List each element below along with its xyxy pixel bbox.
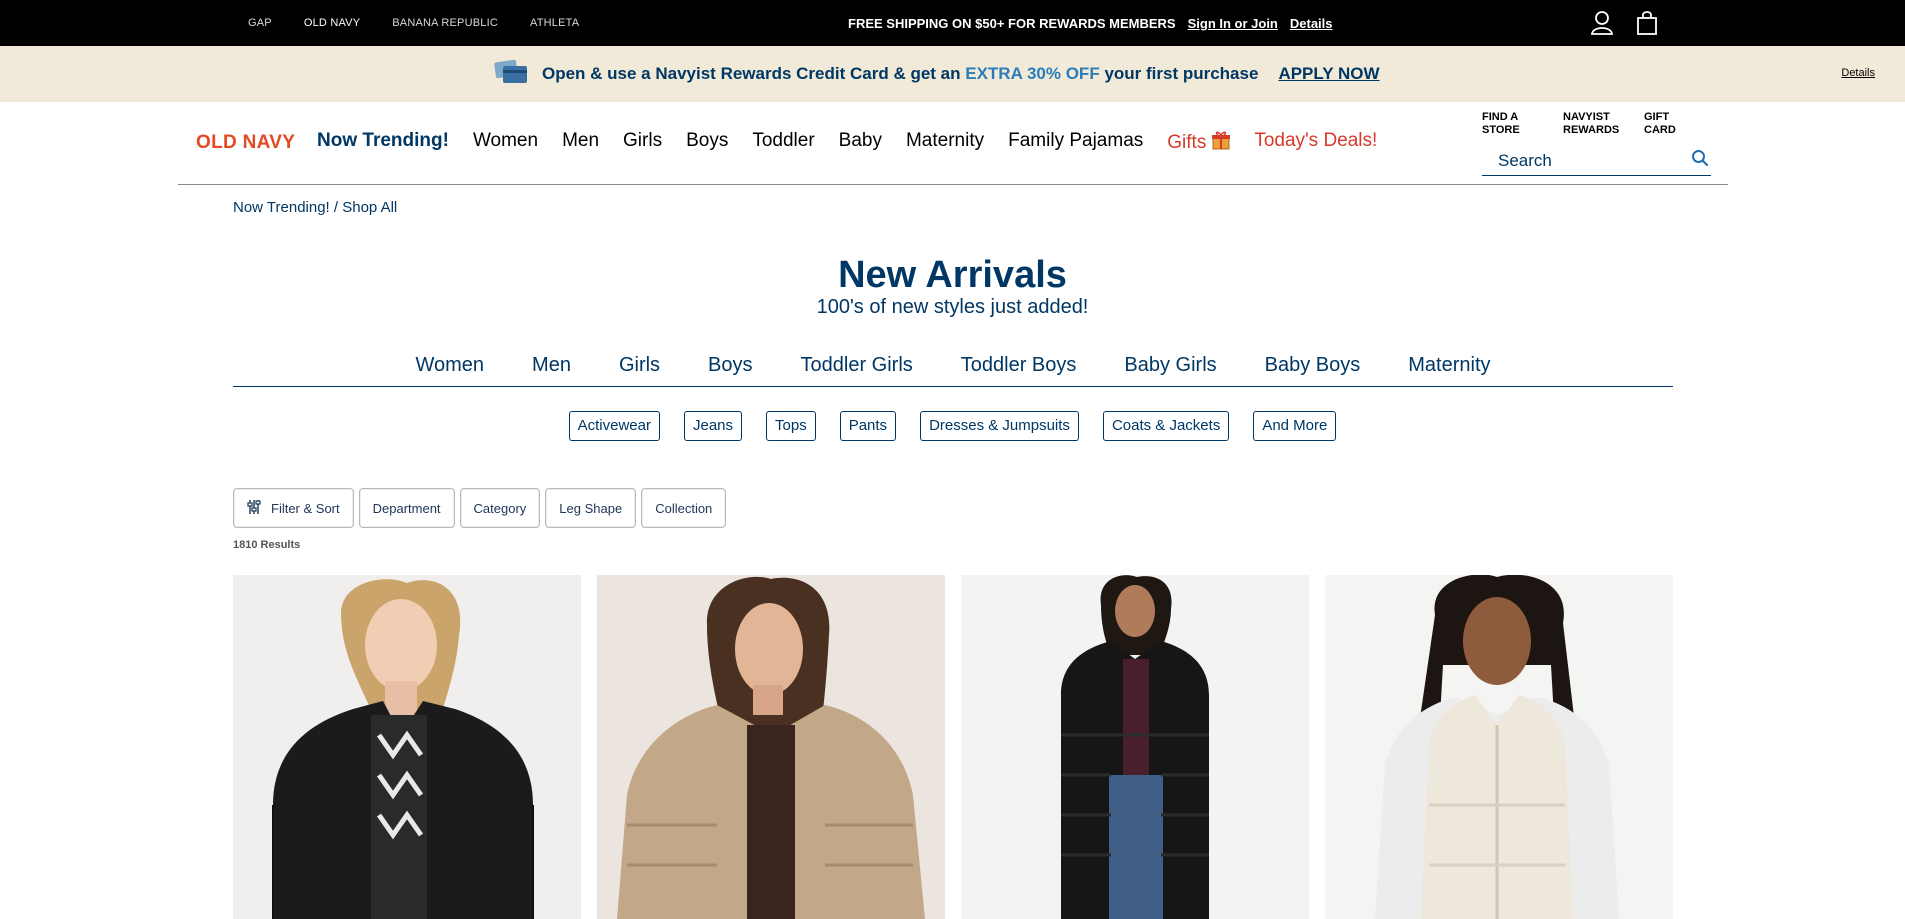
- leg-shape-filter-button[interactable]: Leg Shape: [545, 488, 637, 528]
- breadcrumb: Now Trending! / Shop All: [233, 199, 397, 216]
- dept-tab-baby-girls[interactable]: Baby Girls: [1124, 354, 1216, 386]
- rewards-highlight: EXTRA 30% OFF: [965, 64, 1100, 83]
- dept-tab-women[interactable]: Women: [415, 354, 484, 386]
- chip-pants[interactable]: Pants: [839, 411, 897, 441]
- chip-and-more[interactable]: And More: [1253, 411, 1337, 441]
- gift-card-link[interactable]: GIFT CARD: [1644, 111, 1698, 137]
- brand-banana-republic[interactable]: BANANA REPUBLIC: [392, 17, 498, 29]
- rewards-banner: Open & use a Navyist Rewards Credit Card…: [0, 46, 1905, 102]
- search-placeholder: Search: [1498, 150, 1552, 170]
- brand-switcher: GAP OLD NAVY BANANA REPUBLIC ATHLETA: [248, 0, 579, 46]
- filter-bar: Filter & Sort Department Category Leg Sh…: [233, 488, 727, 528]
- nav-baby[interactable]: Baby: [839, 130, 882, 156]
- breadcrumb-text[interactable]: Now Trending! / Shop All: [233, 199, 397, 216]
- product-card-tan-puffer[interactable]: [597, 575, 945, 919]
- search-icon[interactable]: [1691, 149, 1709, 172]
- sliders-icon: [247, 499, 261, 518]
- page-subtitle: 100's of new styles just added!: [816, 296, 1089, 318]
- nav-maternity[interactable]: Maternity: [906, 130, 984, 156]
- dept-tab-baby-boys[interactable]: Baby Boys: [1265, 354, 1361, 386]
- department-tabs: Women Men Girls Boys Toddler Girls Toddl…: [233, 354, 1673, 387]
- dept-tab-boys[interactable]: Boys: [708, 354, 752, 386]
- collection-filter-button[interactable]: Collection: [641, 488, 727, 528]
- dept-tab-girls[interactable]: Girls: [619, 354, 660, 386]
- bag-icon[interactable]: [1636, 10, 1658, 36]
- product-image: [961, 575, 1309, 919]
- nav-women[interactable]: Women: [473, 130, 538, 156]
- search-input[interactable]: Search: [1482, 146, 1711, 176]
- nav-gifts-label: Gifts: [1167, 132, 1207, 153]
- gift-icon: [1212, 130, 1231, 156]
- rewards-text-after: your first purchase: [1104, 64, 1259, 83]
- chip-activewear[interactable]: Activewear: [568, 411, 660, 441]
- shipping-promo: FREE SHIPPING ON $50+ FOR REWARDS MEMBER…: [848, 0, 1333, 46]
- product-card-black-puffer[interactable]: [233, 575, 581, 919]
- shipping-details-link[interactable]: Details: [1290, 16, 1333, 31]
- filter-sort-button[interactable]: Filter & Sort: [233, 488, 354, 528]
- category-chips: Activewear Jeans Tops Pants Dresses & Ju…: [0, 411, 1905, 441]
- nav-toddler[interactable]: Toddler: [752, 130, 814, 156]
- nav-men[interactable]: Men: [562, 130, 599, 156]
- dept-tab-men[interactable]: Men: [532, 354, 571, 386]
- product-image: [1325, 575, 1673, 919]
- brand-old-navy[interactable]: OLD NAVY: [304, 17, 360, 29]
- sign-in-link[interactable]: Sign In or Join: [1188, 16, 1278, 31]
- nav-girls[interactable]: Girls: [623, 130, 662, 156]
- shipping-promo-text: FREE SHIPPING ON $50+ FOR REWARDS MEMBER…: [848, 15, 1176, 31]
- dept-tab-maternity[interactable]: Maternity: [1408, 354, 1490, 386]
- rewards-text-before: Open & use a Navyist Rewards Credit Card…: [542, 64, 961, 83]
- credit-card-icon: [494, 59, 528, 90]
- find-store-link[interactable]: FIND A STORE: [1482, 111, 1536, 137]
- brand-athleta[interactable]: ATHLETA: [530, 17, 579, 29]
- filter-sort-label: Filter & Sort: [271, 500, 340, 516]
- top-icons: [1590, 10, 1658, 36]
- dept-tab-toddler-boys[interactable]: Toddler Boys: [961, 354, 1077, 386]
- department-filter-button[interactable]: Department: [358, 488, 455, 528]
- chip-jeans[interactable]: Jeans: [683, 411, 743, 441]
- brand-gap[interactable]: GAP: [248, 17, 272, 29]
- product-grid: [233, 575, 1673, 919]
- product-image: [597, 575, 945, 919]
- chip-coats-jackets[interactable]: Coats & Jackets: [1102, 411, 1230, 441]
- nav-now-trending[interactable]: Now Trending!: [317, 130, 449, 156]
- chip-dresses-jumpsuits[interactable]: Dresses & Jumpsuits: [920, 411, 1079, 441]
- category-menu: Now Trending! Women Men Girls Boys Toddl…: [317, 130, 1377, 156]
- chip-tops[interactable]: Tops: [766, 411, 816, 441]
- product-image: [233, 575, 581, 919]
- top-utility-bar: GAP OLD NAVY BANANA REPUBLIC ATHLETA FRE…: [0, 0, 1905, 46]
- rewards-details-link[interactable]: Details: [1841, 67, 1875, 79]
- product-card-black-long-puffer[interactable]: [961, 575, 1309, 919]
- navyist-rewards-link[interactable]: NAVYIST REWARDS: [1563, 111, 1619, 137]
- product-card-cream-vest[interactable]: [1325, 575, 1673, 919]
- page-title: New Arrivals: [838, 254, 1067, 296]
- account-icon[interactable]: [1590, 10, 1614, 36]
- quick-links: FIND A STORE NAVYIST REWARDS GIFT CARD: [1482, 111, 1698, 137]
- nav-family-pajamas[interactable]: Family Pajamas: [1008, 130, 1143, 156]
- old-navy-logo[interactable]: OLD NAVY: [196, 132, 295, 154]
- nav-gifts[interactable]: Gifts: [1167, 130, 1231, 156]
- nav-boys[interactable]: Boys: [686, 130, 728, 156]
- main-nav: OLD NAVY Now Trending! Women Men Girls B…: [178, 102, 1728, 185]
- category-filter-button[interactable]: Category: [459, 488, 541, 528]
- apply-now-link[interactable]: APPLY NOW: [1278, 64, 1379, 84]
- nav-todays-deals[interactable]: Today's Deals!: [1254, 130, 1377, 156]
- results-count: 1810 Results: [233, 539, 301, 551]
- dept-tab-toddler-girls[interactable]: Toddler Girls: [801, 354, 913, 386]
